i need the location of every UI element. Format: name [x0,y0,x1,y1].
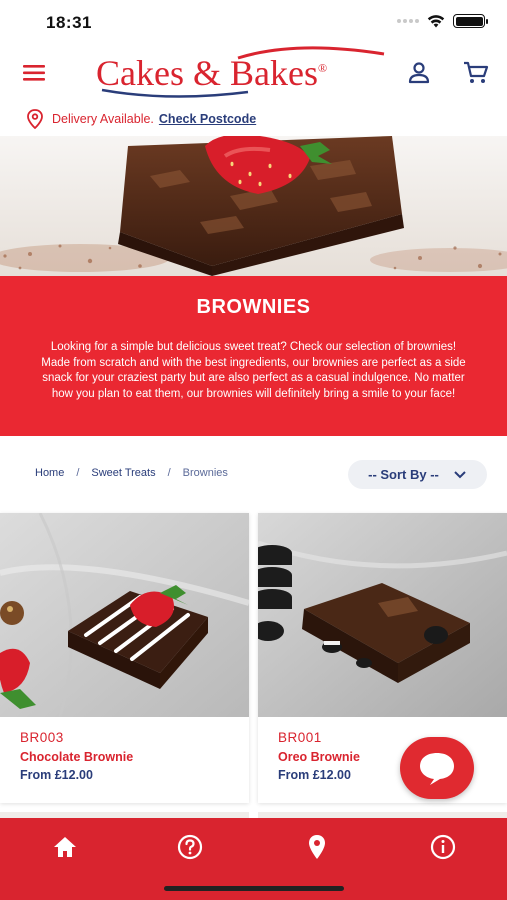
account-button[interactable] [406,60,432,86]
cart-icon [464,61,489,83]
signal-icon [397,19,419,23]
tab-locations[interactable] [302,832,332,862]
cart-button[interactable] [462,60,490,86]
product-price: From £12.00 [278,768,351,782]
battery-icon [453,14,488,28]
brand-logo[interactable]: Cakes & Bakes® [96,46,385,102]
status-time: 18:31 [46,13,92,32]
sort-label: -- Sort By -- [368,467,439,482]
hero-image [0,136,507,276]
breadcrumb-sweet-treats[interactable]: Sweet Treats [91,467,155,479]
product-image [258,513,507,717]
app-header: Cakes & Bakes® [0,44,507,104]
info-icon [430,834,456,860]
chat-icon [420,753,454,785]
product-code: BR003 [20,730,64,745]
product-image [0,513,249,717]
chocolate-brownie-illustration [0,513,249,717]
brownie-hero-illustration [0,136,507,276]
delivery-info: Delivery Available. Check Postcode [26,108,256,130]
tab-info[interactable] [428,832,458,862]
check-postcode-link[interactable]: Check Postcode [159,112,256,126]
delivery-status-text: Delivery Available. [52,112,154,126]
wifi-icon [427,15,445,28]
breadcrumb-separator: / [167,467,171,479]
tab-help[interactable] [175,832,205,862]
location-pin-icon [27,109,43,129]
breadcrumb: Home / Sweet Treats / Brownies [35,467,228,479]
chevron-down-icon [454,470,466,478]
breadcrumb-current: Brownies [182,467,228,479]
location-icon [309,835,325,859]
status-bar: 18:31 [0,0,507,44]
product-card-chocolate-brownie[interactable]: BR003 Chocolate Brownie From £12.00 [0,513,249,803]
help-icon [177,834,203,860]
breadcrumb-separator: / [76,467,80,479]
home-indicator [164,886,344,891]
menu-icon [23,65,45,81]
home-icon [54,837,76,857]
oreo-brownie-illustration [258,513,507,717]
chat-button[interactable] [400,737,474,799]
tab-home[interactable] [50,832,80,862]
category-title: BROWNIES [196,296,311,318]
product-price: From £12.00 [20,768,93,782]
logo-swoosh-bottom [101,88,249,98]
user-icon [408,62,430,84]
product-name: Oreo Brownie [278,750,360,764]
breadcrumb-home[interactable]: Home [35,467,64,479]
product-name: Chocolate Brownie [20,750,134,764]
category-banner: BROWNIES Looking for a simple but delici… [0,276,507,436]
sort-dropdown[interactable]: -- Sort By -- [348,460,487,489]
menu-button[interactable] [22,62,48,84]
status-icons [397,14,488,28]
product-code: BR001 [278,730,322,745]
category-description: Looking for a simple but delicious sweet… [41,341,466,400]
